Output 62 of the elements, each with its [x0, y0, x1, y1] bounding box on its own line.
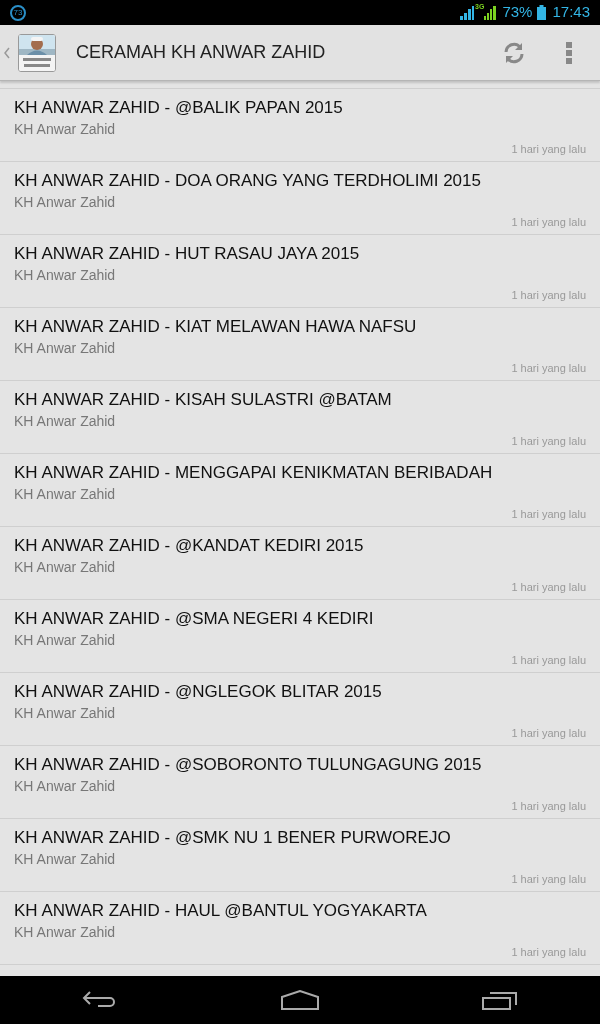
back-icon[interactable] — [81, 990, 118, 1010]
home-icon[interactable] — [281, 990, 319, 1010]
list-item[interactable]: KH ANWAR ZAHID - @KANDAT KEDIRI 2015 KH Anwar Zahid 1 hari yang lalu — [0, 527, 600, 600]
overflow-menu-icon[interactable] — [566, 41, 572, 64]
battery-percent: 73% — [502, 2, 533, 23]
list-item[interactable]: KH ANWAR ZAHID - HUT RASAU JAYA 2015 KH Anwar Zahid 1 hari yang lalu — [0, 235, 600, 308]
list-item[interactable]: KH ANWAR ZAHID - DOA ORANG YANG TERDHOLIMI 2015 KH Anwar Zahid 1 hari yang lalu — [0, 162, 600, 235]
item-author: KH Anwar Zahid — [14, 266, 117, 284]
item-time: 1 hari yang lalu — [511, 215, 586, 229]
list-item[interactable]: KH ANWAR ZAHID - KISAH SULASTRI @BATAM KH Anwar Zahid 1 hari yang lalu — [0, 381, 600, 454]
item-time: 1 hari yang lalu — [511, 288, 586, 302]
item-time: 1 hari yang lalu — [511, 142, 586, 156]
item-time: 1 hari yang lalu — [511, 580, 586, 594]
item-title: KH ANWAR ZAHID - DOA ORANG YANG TERDHOLIMI 2015 — [14, 171, 482, 191]
refresh-icon[interactable] — [502, 40, 526, 65]
item-time: 1 hari yang lalu — [511, 726, 586, 740]
item-title: KH ANWAR ZAHID - @SMK NU 1 BENER PURWOREJO — [14, 828, 452, 848]
item-author: KH Anwar Zahid — [14, 193, 117, 211]
item-author: KH Anwar Zahid — [14, 120, 117, 138]
item-time: 1 hari yang lalu — [511, 872, 586, 886]
item-author: KH Anwar Zahid — [14, 704, 117, 722]
notification-badge: 73 — [10, 4, 26, 21]
item-author: KH Anwar Zahid — [14, 412, 117, 430]
item-author: KH Anwar Zahid — [14, 339, 117, 357]
item-title: KH ANWAR ZAHID - @KANDAT KEDIRI 2015 — [14, 536, 365, 556]
list-item[interactable]: KH ANWAR ZAHID - HAUL @BANTUL YOGYAKARTA KH Anwar Zahid 1 hari yang lalu — [0, 892, 600, 965]
list-item[interactable]: KH ANWAR ZAHID - KIAT MELAWAN HAWA NAFSU KH Anwar Zahid 1 hari yang lalu — [0, 308, 600, 381]
item-title: KH ANWAR ZAHID - KISAH SULASTRI @BATAM — [14, 390, 393, 410]
list-item[interactable]: KH ANWAR ZAHID - @BALIK PAPAN 2015 KH Anwar Zahid 1 hari yang lalu — [0, 89, 600, 162]
item-title: KH ANWAR ZAHID - @SOBORONTO TULUNGAGUNG 2015 — [14, 755, 483, 775]
up-caret-icon[interactable] — [4, 46, 10, 59]
item-title: KH ANWAR ZAHID - @BALIK PAPAN 2015 — [14, 98, 344, 118]
recent-apps-icon[interactable] — [482, 990, 519, 1010]
item-author: KH Anwar Zahid — [14, 558, 117, 576]
item-time: 1 hari yang lalu — [511, 653, 586, 667]
list-item[interactable]: KH ANWAR ZAHID - MENGGAPAI KENIKMATAN BERIBADAH KH Anwar Zahid 1 hari yang lalu — [0, 454, 600, 527]
item-time: 1 hari yang lalu — [511, 434, 586, 448]
list-item[interactable]: KH ANWAR ZAHID - @SMK NU 1 BENER PURWOREJO KH Anwar Zahid 1 hari yang lalu — [0, 819, 600, 892]
list-item[interactable]: KH ANWAR ZAHID - @SMA NEGERI 4 KEDIRI KH Anwar Zahid 1 hari yang lalu — [0, 600, 600, 673]
clock: 17:43 — [552, 2, 590, 23]
signal-icon — [460, 5, 475, 20]
item-title: KH ANWAR ZAHID - HUT RASAU JAYA 2015 — [14, 244, 361, 264]
app-title: CERAMAH KH ANWAR ZAHID — [76, 41, 327, 64]
item-title: KH ANWAR ZAHID - @NGLEGOK BLITAR 2015 — [14, 682, 383, 702]
signal-icon — [484, 5, 497, 20]
item-title: KH ANWAR ZAHID - MENGGAPAI KENIKMATAN BERIBADAH — [14, 463, 494, 483]
item-author: KH Anwar Zahid — [14, 777, 117, 795]
list-item[interactable]: KH ANWAR ZAHID - @NGLEGOK BLITAR 2015 KH Anwar Zahid 1 hari yang lalu — [0, 673, 600, 746]
item-time: 1 hari yang lalu — [511, 945, 586, 959]
item-title: KH ANWAR ZAHID - KIAT MELAWAN HAWA NAFSU — [14, 317, 418, 337]
battery-icon — [537, 5, 547, 20]
item-time: 1 hari yang lalu — [511, 507, 586, 521]
item-time: 1 hari yang lalu — [511, 799, 586, 813]
item-time: 1 hari yang lalu — [511, 361, 586, 375]
item-author: KH Anwar Zahid — [14, 631, 117, 649]
item-author: KH Anwar Zahid — [14, 485, 117, 503]
app-logo[interactable] — [18, 33, 56, 72]
list-item[interactable]: KH ANWAR ZAHID - @SOBORONTO TULUNGAGUNG 2015 KH Anwar Zahid 1 hari yang lalu — [0, 746, 600, 819]
item-author: KH Anwar Zahid — [14, 923, 117, 941]
item-title: KH ANWAR ZAHID - @SMA NEGERI 4 KEDIRI — [14, 609, 375, 629]
item-author: KH Anwar Zahid — [14, 850, 117, 868]
item-title: KH ANWAR ZAHID - HAUL @BANTUL YOGYAKARTA — [14, 901, 428, 921]
